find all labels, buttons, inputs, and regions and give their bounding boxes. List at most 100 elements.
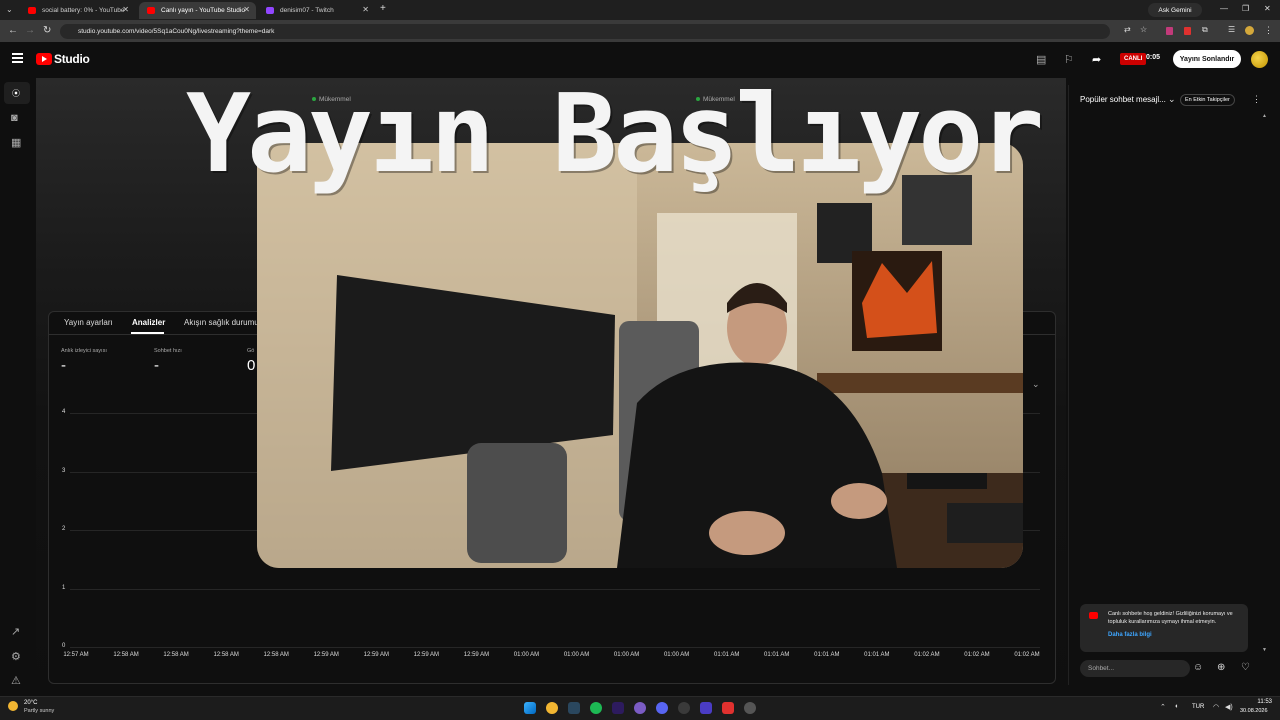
x-tick-label: 12:59 AM: [463, 652, 490, 658]
extension-icon[interactable]: [1166, 27, 1173, 35]
profile-avatar[interactable]: [1245, 26, 1254, 35]
settings-gear-icon[interactable]: ⚙: [11, 650, 21, 663]
windows-start-icon[interactable]: [524, 702, 536, 714]
webcam-feed: [257, 143, 1023, 568]
chat-input[interactable]: Sohbet...: [1080, 660, 1190, 677]
calendar-icon[interactable]: ▦: [11, 136, 21, 149]
learn-more-link[interactable]: Daha fazla bilgi: [1108, 632, 1152, 638]
x-tick-label: 12:58 AM: [263, 652, 289, 658]
tab-label: social battery: 0% - YouTube: [42, 7, 125, 14]
y-tick-label: 3: [62, 467, 66, 474]
app-icon[interactable]: [678, 702, 690, 714]
wifi-icon[interactable]: ◠: [1213, 703, 1219, 711]
x-tick-label: 12:59 AM: [413, 652, 440, 658]
volume-icon[interactable]: ◀): [1225, 703, 1233, 711]
spotify-icon[interactable]: [590, 702, 602, 714]
steam-icon[interactable]: [568, 702, 580, 714]
obs-icon[interactable]: [700, 702, 712, 714]
tab-stream-health[interactable]: Akışın sağlık durumu: [184, 318, 259, 327]
discord-icon[interactable]: [656, 702, 668, 714]
chat-mode-dropdown[interactable]: Popüler sohbet mesajl...: [1080, 95, 1166, 104]
x-tick-label: 12:57 AM: [63, 652, 89, 658]
close-tab-icon[interactable]: ✕: [243, 5, 250, 14]
premiere-icon[interactable]: [612, 702, 624, 714]
camera-icon[interactable]: ◙: [11, 112, 18, 124]
browser-tab-3[interactable]: denisim07 - Twitch ✕: [258, 2, 375, 19]
avatar[interactable]: [1251, 51, 1268, 68]
x-tick-label: 01:01 AM: [713, 652, 740, 658]
scroll-down-icon[interactable]: ▼: [1262, 647, 1267, 653]
close-tab-icon[interactable]: ✕: [122, 5, 129, 14]
ask-gemini-button[interactable]: Ask Gemini: [1148, 3, 1202, 17]
live-timer: 0:05: [1146, 54, 1161, 61]
metric-value: -: [61, 357, 66, 374]
external-link-icon[interactable]: ↗: [11, 625, 20, 638]
add-icon[interactable]: ⊕: [1217, 662, 1225, 673]
y-tick-label: 2: [62, 526, 66, 532]
close-window-icon[interactable]: ✕: [1264, 4, 1271, 13]
chevron-down-icon[interactable]: ⌄: [1168, 94, 1176, 105]
menu-list-icon[interactable]: ☰: [1228, 25, 1235, 34]
chrome-icon[interactable]: [546, 702, 558, 714]
maximize-icon[interactable]: ❐: [1242, 4, 1249, 13]
weather-description: Partly sunny: [24, 708, 55, 714]
emoji-icon[interactable]: ☺: [1193, 662, 1203, 673]
x-tick-label: 01:00 AM: [563, 652, 590, 658]
x-tick-label: 12:58 AM: [213, 652, 239, 658]
input-language[interactable]: TUR: [1192, 704, 1204, 710]
gemini-label: Ask Gemini: [1158, 6, 1192, 14]
minimize-icon[interactable]: —: [1220, 4, 1228, 13]
x-tick-label: 01:01 AM: [764, 652, 790, 658]
y-tick-label: 1: [62, 584, 66, 591]
top-fans-label: En Etkin Takipçiler: [1185, 97, 1230, 103]
app-icon[interactable]: [744, 702, 756, 714]
tab-analytics[interactable]: Analizler: [132, 318, 165, 327]
metric-label: Anlık izleyici sayısı: [61, 348, 107, 354]
url-field[interactable]: studio.youtube.com/video/5Sq1aCou0Ng/liv…: [60, 24, 1110, 39]
forward-icon[interactable]: →: [25, 25, 35, 36]
weather-sun-icon[interactable]: [8, 701, 18, 711]
browser-tab-2[interactable]: Canlı yayın - YouTube Studio ✕: [139, 2, 256, 19]
share-icon[interactable]: ➦: [1092, 53, 1101, 66]
end-stream-button[interactable]: Yayını Sonlandır: [1173, 50, 1241, 68]
welcome-text: Canlı sohbete hoş geldiniz! Gizliliğiniz…: [1108, 611, 1233, 625]
tab-search-icon[interactable]: ⌄: [6, 5, 13, 14]
metric-label: Sohbet hızı: [154, 348, 182, 354]
stream-icon[interactable]: ⦿: [12, 88, 20, 99]
tab-stream-settings[interactable]: Yayın ayarları: [64, 318, 113, 327]
more-options-icon[interactable]: ⋮: [1252, 94, 1261, 105]
metric-value: 0: [247, 357, 256, 374]
heart-icon[interactable]: ♡: [1241, 662, 1250, 673]
x-tick-label: 12:59 AM: [363, 652, 389, 658]
reload-icon[interactable]: ↻: [43, 25, 51, 36]
chevron-down-icon[interactable]: ⌄: [1032, 379, 1040, 390]
hamburger-menu-icon[interactable]: [12, 53, 23, 65]
browser-menu-icon[interactable]: ⋮: [1264, 25, 1273, 36]
new-tab-icon[interactable]: +: [380, 3, 386, 14]
chart-gridline: [70, 647, 1040, 648]
app-icon[interactable]: [634, 702, 646, 714]
feedback-icon[interactable]: ⚠: [11, 674, 21, 687]
bookmark-icon[interactable]: ⚐: [1064, 53, 1074, 66]
clock-date[interactable]: 30.08.2026: [1240, 708, 1268, 714]
layout-icon[interactable]: ▤: [1036, 53, 1046, 66]
clock-time[interactable]: 11:53: [1252, 699, 1272, 705]
scroll-up-icon[interactable]: ▲: [1262, 113, 1267, 119]
x-tick-label: 01:01 AM: [814, 652, 840, 658]
tray-icon[interactable]: ◐: [1175, 703, 1179, 710]
back-icon[interactable]: ←: [8, 25, 18, 36]
tray-chevron-icon[interactable]: ⌃: [1160, 703, 1166, 711]
close-tab-icon[interactable]: ✕: [362, 5, 369, 14]
webcam-scene-illustration: [257, 143, 1023, 568]
top-fans-button[interactable]: En Etkin Takipçiler: [1180, 94, 1235, 106]
weather-temperature: 20°C: [24, 700, 38, 706]
extension-icon[interactable]: [1184, 27, 1191, 35]
bookmark-star-icon[interactable]: ☆: [1140, 25, 1147, 34]
x-tick-label: 12:59 AM: [313, 652, 339, 658]
translate-icon[interactable]: ⇄: [1124, 25, 1131, 34]
browser-tab-1[interactable]: social battery: 0% - YouTube ✕: [20, 2, 135, 19]
extensions-puzzle-icon[interactable]: ⧉: [1202, 25, 1208, 35]
end-stream-label: Yayını Sonlandır: [1179, 55, 1235, 63]
x-tick-label: 01:02 AM: [914, 652, 940, 658]
app-icon[interactable]: [722, 702, 734, 714]
